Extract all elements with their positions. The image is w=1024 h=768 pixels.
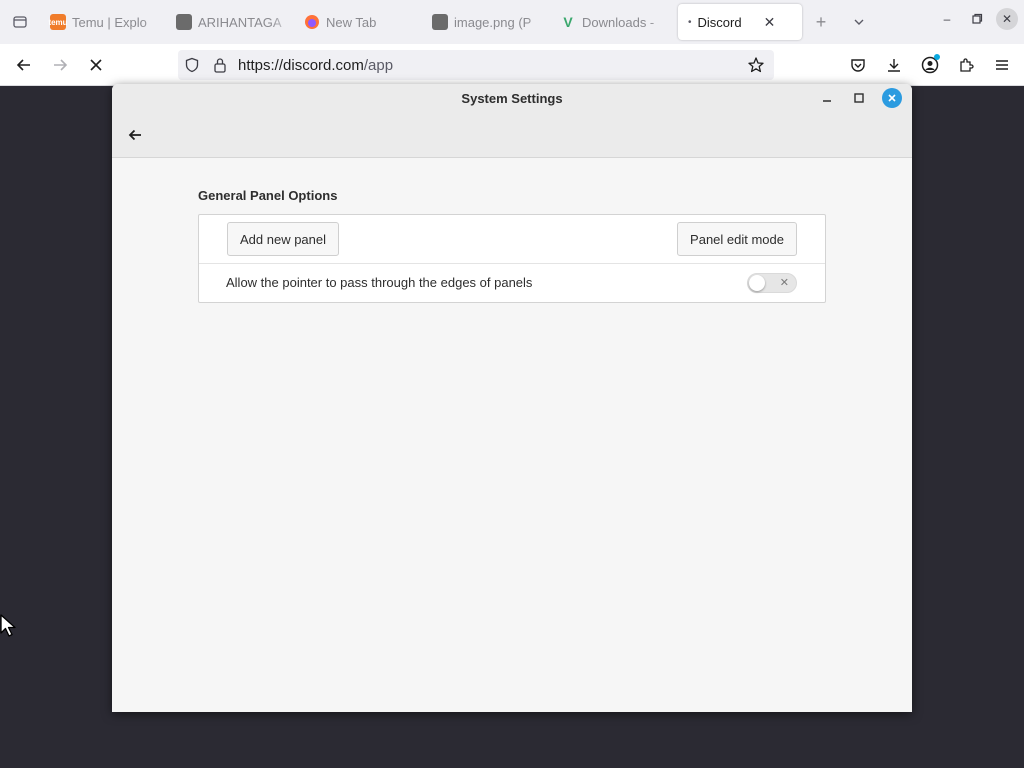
add-new-panel-button[interactable]: Add new panel — [227, 222, 340, 256]
account-button[interactable] — [914, 50, 946, 80]
restore-button[interactable] — [966, 8, 988, 30]
url-text[interactable]: https://discord.com/app — [238, 57, 742, 74]
star-icon[interactable] — [742, 56, 770, 74]
tab-new-tab[interactable]: New Tab — [294, 4, 422, 40]
tab-image-png[interactable]: image.png (P — [422, 4, 550, 40]
shield-icon[interactable] — [178, 57, 206, 73]
tab-temu[interactable]: temu Temu | Explo — [40, 4, 166, 40]
tab-label: image.png (P — [454, 14, 532, 30]
list-all-tabs-button[interactable] — [840, 4, 878, 40]
url-bar[interactable]: https://discord.com/app — [178, 50, 774, 80]
url-path: /app — [363, 56, 394, 74]
stop-loading-button[interactable] — [78, 49, 114, 81]
download-icon — [888, 59, 900, 72]
pointer-pass-through-toggle[interactable]: ✕ — [747, 273, 797, 293]
browser-tab-strip: temu Temu | Explo ARIHANTAGA New Tab ima… — [0, 0, 1024, 44]
lock-icon[interactable] — [206, 57, 234, 73]
pocket-icon — [851, 59, 865, 72]
tab-discord[interactable]: • Discord ✕ — [678, 4, 802, 40]
image-icon — [176, 14, 192, 30]
tab-arihantaga[interactable]: ARIHANTAGA — [166, 4, 294, 40]
pocket-button[interactable] — [842, 50, 874, 80]
dialog-maximize-button[interactable] — [850, 89, 868, 107]
plus-icon: + — [815, 11, 827, 32]
toolbar-actions — [842, 50, 1018, 80]
navigation-toolbar: https://discord.com/app — [0, 44, 1024, 86]
tab-list-icon — [13, 16, 27, 28]
back-button[interactable] — [6, 49, 42, 81]
tab-list-button[interactable] — [0, 0, 40, 44]
settings-back-button[interactable] — [124, 124, 146, 146]
forward-button[interactable] — [42, 49, 78, 81]
dialog-header: System Settings — [112, 84, 912, 158]
pointer-option-label: Allow the pointer to pass through the ed… — [226, 275, 533, 290]
mouse-pointer-icon — [0, 614, 18, 641]
tab-label: New Tab — [326, 14, 377, 30]
dialog-title: System Settings — [461, 91, 563, 106]
system-settings-window: System Settings General Panel Options Ad… — [112, 84, 912, 712]
tab-label: Downloads - — [582, 14, 655, 30]
chevron-down-icon — [854, 19, 864, 25]
close-icon: ✕ — [1001, 12, 1013, 26]
restore-icon — [972, 13, 983, 24]
dialog-window-controls — [818, 88, 902, 108]
panel-edit-mode-button[interactable]: Panel edit mode — [677, 222, 797, 256]
minimize-button[interactable]: – — [936, 8, 958, 30]
arrow-left-icon — [128, 129, 141, 141]
v-logo-icon: V — [563, 14, 573, 30]
arrow-right-icon — [54, 58, 68, 71]
dialog-close-button[interactable] — [882, 88, 902, 108]
hamburger-menu-icon — [996, 60, 1008, 70]
maximize-icon — [854, 93, 864, 103]
pointer-option-row: Allow the pointer to pass through the ed… — [199, 264, 825, 302]
url-host: https://discord.com — [238, 56, 364, 74]
image-icon — [432, 14, 448, 30]
toggle-off-icon: ✕ — [779, 277, 789, 289]
arrow-left-icon — [16, 58, 30, 71]
notification-badge — [934, 54, 940, 60]
firefox-icon — [304, 14, 320, 30]
tab-downloads[interactable]: V Downloads - — [550, 4, 672, 40]
temu-icon: temu — [48, 14, 68, 30]
tab-close-icon[interactable]: ✕ — [764, 14, 776, 31]
downloads-button[interactable] — [878, 50, 910, 80]
tab-label: Discord — [697, 14, 742, 30]
puzzle-icon — [960, 58, 974, 72]
tab-label: Temu | Explo — [72, 14, 147, 30]
close-window-button[interactable]: ✕ — [996, 8, 1018, 30]
minimize-icon — [823, 100, 831, 102]
close-icon — [90, 58, 102, 71]
new-tab-button[interactable]: + — [802, 4, 840, 40]
tab-label: ARIHANTAGA — [198, 14, 282, 30]
browser-window-controls: – ✕ — [936, 8, 1018, 30]
section-title: General Panel Options — [198, 188, 338, 203]
toggle-knob — [749, 275, 765, 291]
menu-button[interactable] — [986, 50, 1018, 80]
loading-indicator: • — [688, 16, 692, 28]
minimize-icon: – — [943, 12, 951, 26]
panel-options-box: Add new panel Panel edit mode Allow the … — [198, 214, 826, 303]
extensions-button[interactable] — [950, 50, 982, 80]
panel-buttons-row: Add new panel Panel edit mode — [199, 215, 825, 264]
dialog-minimize-button[interactable] — [818, 89, 836, 107]
close-icon — [888, 94, 896, 102]
